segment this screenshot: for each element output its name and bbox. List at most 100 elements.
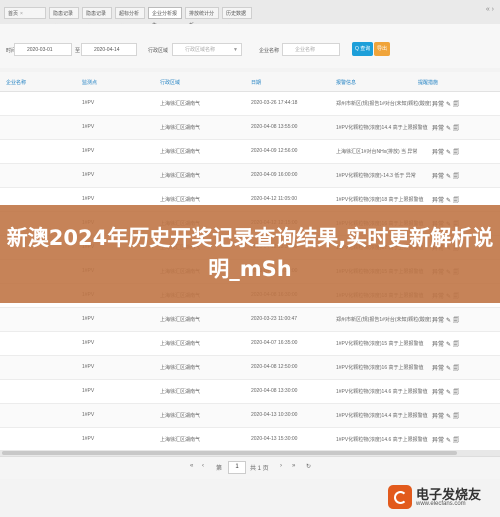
- document-icon[interactable]: 🗐: [453, 438, 459, 444]
- cell-point: 1#PV: [82, 148, 95, 154]
- row-actions: 异常✎🗐: [432, 171, 461, 182]
- edit-icon[interactable]: ✎: [446, 438, 451, 444]
- row-actions: 异常✎🗐: [432, 435, 461, 446]
- page-prefix: 第: [216, 466, 223, 472]
- document-icon[interactable]: 🗐: [453, 174, 459, 180]
- edit-icon[interactable]: ✎: [446, 126, 451, 132]
- row-actions: 异常✎🗐: [432, 123, 461, 134]
- column-header[interactable]: 提醒措施: [418, 79, 438, 86]
- cell-region: 上海徐汇区湖南气: [160, 341, 201, 347]
- table-row[interactable]: 1#PV 上海徐汇区湖南气 2020-04-13 10:30:00 1#PV化颗粒物(…: [0, 404, 500, 428]
- edit-icon[interactable]: ✎: [446, 102, 451, 108]
- status-tag[interactable]: 异常: [432, 318, 444, 324]
- tab-home[interactable]: 首页 ×: [4, 7, 46, 19]
- table-row[interactable]: 1#PV 上海徐汇区湖南气 2020-04-08 12:50:00 1#PV化颗粒物(…: [0, 356, 500, 380]
- tab-exceed-analysis[interactable]: 超标分析×: [115, 7, 145, 29]
- logo-icon: [388, 485, 412, 509]
- status-tag[interactable]: 异常: [432, 342, 444, 348]
- column-header[interactable]: 报警信息: [336, 79, 356, 86]
- status-tag[interactable]: 异常: [432, 414, 444, 420]
- edit-icon[interactable]: ✎: [446, 342, 451, 348]
- company-input[interactable]: 企业名称: [282, 43, 340, 56]
- edit-icon[interactable]: ✎: [446, 150, 451, 156]
- export-button[interactable]: 导出: [374, 42, 391, 56]
- tab-hazard-records[interactable]: 隐患记录×: [49, 7, 79, 29]
- logo-url: www.elecfans.com: [416, 501, 466, 507]
- refresh-icon[interactable]: ↻: [306, 463, 311, 470]
- document-icon[interactable]: 🗐: [453, 198, 459, 204]
- cell-alarm: 1#PV化颗粒物(浓度)16 高于上限报警值: [336, 365, 424, 371]
- cell-date: 2020-04-08 13:30:00: [251, 388, 298, 394]
- cell-alarm: 1#PV化颗粒物(浓度)15 高于上限报警值: [336, 341, 424, 347]
- last-page-button[interactable]: »: [292, 463, 295, 469]
- edit-icon[interactable]: ✎: [446, 366, 451, 372]
- table-row[interactable]: 1#PV 上海徐汇区湖南气 2020-04-09 12:56:00 上海徐汇区1#对台…: [0, 140, 500, 164]
- region-label: 行政区域: [148, 48, 169, 54]
- query-button[interactable]: Q 查询: [352, 42, 374, 56]
- edit-icon[interactable]: ✎: [446, 390, 451, 396]
- document-icon[interactable]: 🗐: [453, 318, 459, 324]
- column-header[interactable]: 行政区域: [160, 79, 180, 86]
- prev-page-button[interactable]: ‹: [202, 463, 204, 469]
- table-row[interactable]: 1#PV 上海徐汇区湖南气 2020-03-23 11:00:47 郑州市新区(规)报…: [0, 308, 500, 332]
- tab-bar: 首页× 隐患记录× 隐患记录× 超标分析× 企业分析报告× 排放统计分析× 历史…: [0, 0, 500, 29]
- cell-date: 2020-04-12 11:05:00: [251, 196, 298, 202]
- edit-icon[interactable]: ✎: [446, 318, 451, 324]
- table-row[interactable]: 1#PV 上海徐汇区湖南气 2020-04-13 15:30:00 1#PV化颗粒物(…: [0, 428, 500, 452]
- next-page-button[interactable]: ›: [280, 463, 282, 469]
- tab-hazard-records-2[interactable]: 隐患记录×: [82, 7, 112, 29]
- column-header[interactable]: 日期: [251, 79, 261, 86]
- table-row[interactable]: 1#PV 上海徐汇区湖南气 2020-04-09 16:00:00 1#PV化颗粒物(…: [0, 164, 500, 188]
- tab-history[interactable]: 历史数据×: [222, 7, 252, 29]
- start-date-input[interactable]: 2020-03-01: [14, 43, 72, 56]
- scrollbar-thumb[interactable]: [2, 451, 457, 455]
- column-header[interactable]: 监测点: [82, 79, 97, 86]
- cell-alarm: 1#PV化颗粒物(浓度)14.6 高于上限报警值: [336, 389, 428, 395]
- cell-alarm: 1#PV化颗粒物(浓度)18 高于上限报警值: [336, 197, 424, 203]
- document-icon[interactable]: 🗐: [453, 390, 459, 396]
- edit-icon[interactable]: ✎: [446, 414, 451, 420]
- first-page-button[interactable]: «: [190, 463, 193, 469]
- status-tag[interactable]: 异常: [432, 174, 444, 180]
- cell-region: 上海徐汇区湖南气: [160, 149, 201, 155]
- cell-point: 1#PV: [82, 412, 95, 418]
- status-tag[interactable]: 异常: [432, 366, 444, 372]
- status-tag[interactable]: 异常: [432, 102, 444, 108]
- page-number-input[interactable]: 1: [228, 461, 246, 474]
- filter-bar: 时间 2020-03-01 至 2020-04-14 行政区域 行政区域名称 ▼ …: [0, 24, 500, 68]
- cell-point: 1#PV: [82, 316, 95, 322]
- region-select[interactable]: 行政区域名称 ▼: [172, 43, 242, 56]
- cell-date: 2020-03-23 11:00:47: [251, 316, 298, 322]
- cell-alarm: 上海徐汇区1#对台NHx(排放) 当 异常: [336, 149, 418, 155]
- status-tag[interactable]: 异常: [432, 126, 444, 132]
- table-row[interactable]: 1#PV 上海徐汇区湖南气 2020-03-26 17:44:18 郑州市新区(规)报…: [0, 92, 500, 116]
- row-actions: 异常✎🗐: [432, 411, 461, 422]
- date-range-separator: 至: [75, 48, 81, 54]
- status-tag[interactable]: 异常: [432, 438, 444, 444]
- document-icon[interactable]: 🗐: [453, 342, 459, 348]
- cell-point: 1#PV: [82, 340, 95, 346]
- table-row[interactable]: 1#PV 上海徐汇区湖南气 2020-04-07 16:35:00 1#PV化颗粒物(…: [0, 332, 500, 356]
- document-icon[interactable]: 🗐: [453, 366, 459, 372]
- status-tag[interactable]: 异常: [432, 198, 444, 204]
- document-icon[interactable]: 🗐: [453, 126, 459, 132]
- end-date-input[interactable]: 2020-04-14: [81, 43, 137, 56]
- status-tag[interactable]: 异常: [432, 150, 444, 156]
- edit-icon[interactable]: ✎: [446, 198, 451, 204]
- tab-company-report[interactable]: 企业分析报告×: [148, 7, 182, 29]
- close-icon[interactable]: ×: [20, 11, 23, 17]
- document-icon[interactable]: 🗐: [453, 414, 459, 420]
- table-row[interactable]: 1#PV 上海徐汇区湖南气 2020-04-08 13:30:00 1#PV化颗粒物(…: [0, 380, 500, 404]
- tab-scroll-arrows[interactable]: « ›: [486, 6, 494, 13]
- document-icon[interactable]: 🗐: [453, 102, 459, 108]
- document-icon[interactable]: 🗐: [453, 150, 459, 156]
- cell-region: 上海徐汇区湖南气: [160, 101, 201, 107]
- status-tag[interactable]: 异常: [432, 390, 444, 396]
- column-header[interactable]: 企业名称: [6, 79, 26, 86]
- cell-date: 2020-04-09 16:00:00: [251, 172, 298, 178]
- table-row[interactable]: 1#PV 上海徐汇区湖南气 2020-04-08 13:55:00 1#PV化颗粒物(…: [0, 116, 500, 140]
- tab-emission-stats[interactable]: 排放统计分析×: [185, 7, 219, 29]
- edit-icon[interactable]: ✎: [446, 174, 451, 180]
- cell-date: 2020-04-13 10:30:00: [251, 412, 298, 418]
- table-header: 企业名称 监测点 行政区域 日期 报警信息 提醒措施: [0, 72, 500, 92]
